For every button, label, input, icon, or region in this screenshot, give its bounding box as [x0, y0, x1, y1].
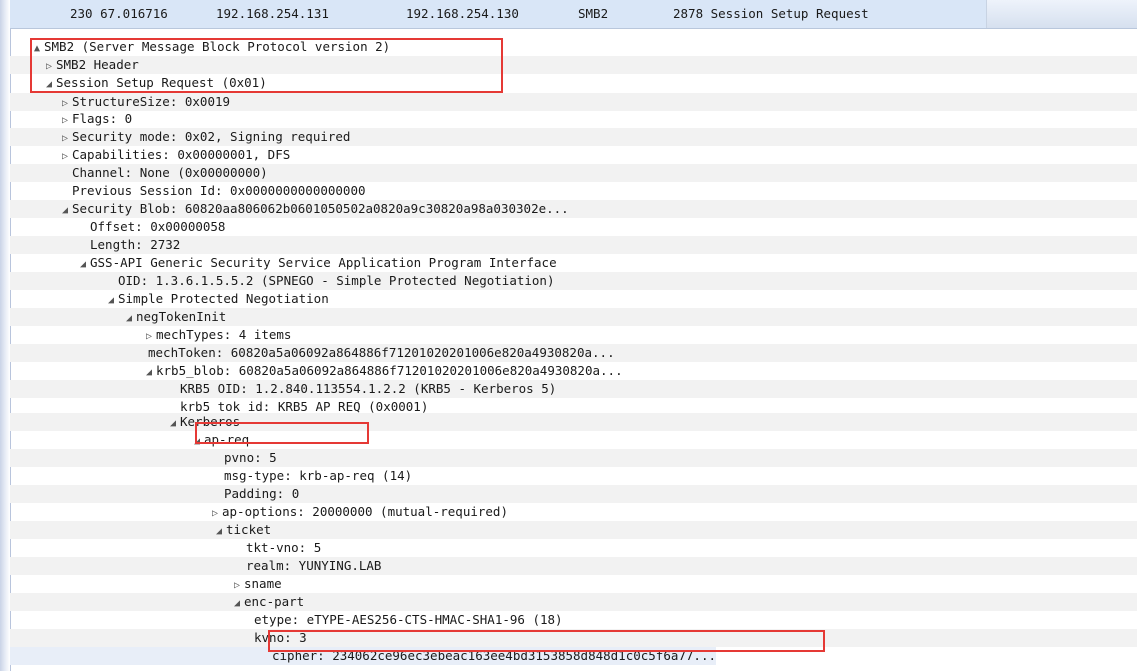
- tree-row-label: GSS-API Generic Security Service Applica…: [90, 255, 557, 270]
- tree-row-label: ap-options: 20000000 (mutual-required): [222, 504, 508, 519]
- tree-row[interactable]: realm: YUNYING.LAB: [10, 557, 1137, 575]
- tree-row[interactable]: Length: 2732: [10, 236, 1137, 254]
- tree-row[interactable]: ◢ enc-part: [10, 593, 1137, 611]
- tree-row-label: krb5_tok_id: KRB5_AP_REQ (0x0001): [180, 399, 429, 414]
- tree-row-label: Padding: 0: [224, 486, 300, 501]
- tree-row[interactable]: ◢ ticket: [10, 521, 1137, 539]
- packet-destination: 192.168.254.130: [406, 6, 519, 21]
- tree-row[interactable]: ◢ ap-req: [10, 431, 1137, 449]
- tree-row[interactable]: KRB5 OID: 1.2.840.113554.1.2.2 (KRB5 - K…: [10, 380, 1137, 398]
- tree-row[interactable]: cipher: 234062ce96ec3ebeac163ee4bd315385…: [10, 647, 717, 665]
- tree-row[interactable]: ▷ mechTypes: 4 items: [10, 326, 1137, 344]
- packet-source: 192.168.254.131: [216, 6, 329, 21]
- tree-row[interactable]: ◢ Simple Protected Negotiation: [10, 290, 1137, 308]
- tree-row-label: StructureSize: 0x0019: [72, 94, 231, 109]
- tree-row[interactable]: ◢ negTokenInit: [10, 308, 1137, 326]
- tree-row-label: ticket: [226, 522, 272, 537]
- tree-row-label: Session Setup Request (0x01): [56, 75, 267, 90]
- tree-row-label: negTokenInit: [136, 309, 227, 324]
- tree-row-label: Previous Session Id: 0x0000000000000000: [72, 183, 366, 198]
- tree-row[interactable]: ▷ sname: [10, 575, 1137, 593]
- tree-row[interactable]: ▷ StructureSize: 0x0019: [10, 93, 1137, 111]
- tree-row[interactable]: pvno: 5: [10, 449, 1137, 467]
- tree-row-label: kvno: 3: [254, 630, 307, 645]
- collapse-arrow-icon[interactable]: ◢: [42, 76, 56, 94]
- packet-info: 2878 Session Setup Request: [673, 6, 869, 21]
- tree-row[interactable]: ▷ Flags: 0: [10, 110, 1137, 128]
- tree-row-label: Kerberos: [180, 414, 241, 429]
- tree-row-label: SMB2 (Server Message Block Protocol vers…: [44, 39, 391, 54]
- tree-row-label: ap-req: [204, 432, 250, 447]
- tree-row-label: Security mode: 0x02, Signing required: [72, 129, 351, 144]
- tree-row[interactable]: msg-type: krb-ap-req (14): [10, 467, 1137, 485]
- tree-row-label: Simple Protected Negotiation: [118, 291, 329, 306]
- tree-row-label: krb5_blob: 60820a5a06092a864886f71201020…: [156, 363, 623, 378]
- tree-row-label: sname: [244, 576, 282, 591]
- packet-details-tree[interactable]: ▲ SMB2 (Server Message Block Protocol ver…: [10, 38, 1137, 671]
- tree-row-label: pvno: 5: [224, 450, 277, 465]
- tree-row-label: cipher: 234062ce96ec3ebeac163ee4bd315385…: [272, 648, 717, 663]
- tree-row[interactable]: ▷ Security mode: 0x02, Signing required: [10, 128, 1137, 146]
- tree-row-label: Security Blob: 60820aa806062b0601050502a…: [72, 201, 569, 216]
- tree-row[interactable]: mechToken: 60820a5a06092a864886f71201020…: [10, 344, 1137, 362]
- tree-row[interactable]: Previous Session Id: 0x0000000000000000: [10, 182, 1137, 200]
- packet-row-selected[interactable]: 230 67.016716 192.168.254.131 192.168.25…: [10, 6, 1137, 24]
- tree-row[interactable]: Channel: None (0x00000000): [10, 164, 1137, 182]
- tree-row[interactable]: ◢ krb5_blob: 60820a5a06092a864886f7120102…: [10, 362, 1137, 380]
- tree-row[interactable]: ▲ SMB2 (Server Message Block Protocol ver…: [10, 38, 1137, 56]
- tree-row-label: Capabilities: 0x00000001, DFS: [72, 147, 291, 162]
- tree-row[interactable]: ▷ SMB2 Header: [10, 56, 1137, 74]
- tree-row[interactable]: ◢ Kerberos: [10, 413, 1137, 431]
- tree-row[interactable]: Offset: 0x00000058: [10, 218, 1137, 236]
- tree-row-label: mechToken: 60820a5a06092a864886f71201020…: [148, 345, 615, 360]
- tree-row-label: enc-part: [244, 594, 305, 609]
- tree-row[interactable]: Padding: 0: [10, 485, 1137, 503]
- tree-row-label: etype: eTYPE-AES256-CTS-HMAC-SHA1-96 (18…: [254, 612, 563, 627]
- tree-row[interactable]: kvno: 3: [10, 629, 1137, 647]
- tree-row-label: OID: 1.3.6.1.5.5.2 (SPNEGO - Simple Prot…: [118, 273, 555, 288]
- tree-row[interactable]: ◢ GSS-API Generic Security Service Applic…: [10, 254, 1137, 272]
- tree-row-label: realm: YUNYING.LAB: [246, 558, 382, 573]
- packet-no-time: 230 67.016716: [70, 6, 168, 21]
- tree-row[interactable]: etype: eTYPE-AES256-CTS-HMAC-SHA1-96 (18…: [10, 611, 1137, 629]
- tree-row[interactable]: ◢ Session Setup Request (0x01): [10, 74, 1137, 92]
- tree-row-label: tkt-vno: 5: [246, 540, 322, 555]
- tree-row[interactable]: ◢ Security Blob: 60820aa806062b0601050502…: [10, 200, 1137, 218]
- packet-list-scrollbar[interactable]: [986, 0, 1137, 28]
- tree-row-label: SMB2 Header: [56, 57, 139, 72]
- packet-protocol: SMB2: [578, 6, 609, 21]
- tree-row-label: Offset: 0x00000058: [90, 219, 226, 234]
- packet-list[interactable]: 230 67.016716 192.168.254.131 192.168.25…: [10, 0, 1137, 29]
- tree-row[interactable]: ▷ ap-options: 20000000 (mutual-required): [10, 503, 1137, 521]
- tree-row-label: Channel: None (0x00000000): [72, 165, 268, 180]
- tree-row-label: Flags: 0: [72, 111, 133, 126]
- tree-row[interactable]: ▷ Capabilities: 0x00000001, DFS: [10, 146, 1137, 164]
- tree-row[interactable]: OID: 1.3.6.1.5.5.2 (SPNEGO - Simple Prot…: [10, 272, 1137, 290]
- tree-row[interactable]: tkt-vno: 5: [10, 539, 1137, 557]
- tree-row-label: KRB5 OID: 1.2.840.113554.1.2.2 (KRB5 - K…: [180, 381, 557, 396]
- tree-row-label: msg-type: krb-ap-req (14): [224, 468, 413, 483]
- tree-row-label: Length: 2732: [90, 237, 181, 252]
- tree-row-label: mechTypes: 4 items: [156, 327, 292, 342]
